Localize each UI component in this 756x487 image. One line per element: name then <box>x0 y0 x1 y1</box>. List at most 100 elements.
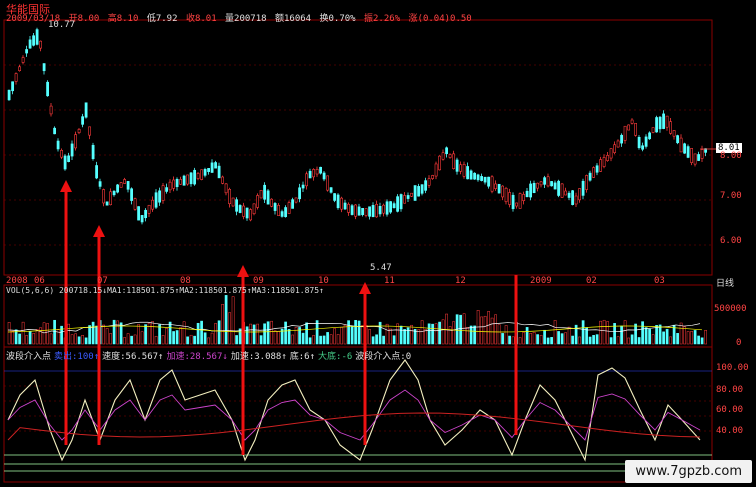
candle-body <box>529 183 533 198</box>
date-axis-label: 03 <box>654 276 665 286</box>
volume-bar <box>410 324 413 345</box>
volume-bar <box>637 337 641 345</box>
candle-body <box>480 176 484 181</box>
candle-body <box>361 208 365 216</box>
candle-body <box>144 209 148 219</box>
volume-bar <box>133 334 137 345</box>
volume-bar <box>256 323 259 345</box>
volume-bar <box>11 330 14 345</box>
candle-body <box>336 194 340 209</box>
candle-body <box>151 199 155 210</box>
volume-bar <box>578 336 581 345</box>
candle-body <box>648 132 652 140</box>
volume-bar <box>84 337 88 345</box>
candle-body <box>221 176 225 184</box>
candle-body <box>564 190 568 196</box>
candle-body <box>459 164 463 172</box>
candle-body <box>56 140 60 150</box>
volume-bar <box>571 335 574 345</box>
candle-body <box>483 176 487 183</box>
volume-bar <box>620 325 623 345</box>
volume-bar <box>529 333 532 345</box>
volume-bar <box>25 335 28 345</box>
volume-bar <box>438 321 441 345</box>
volume-bar <box>623 320 627 345</box>
volume-bar <box>217 320 221 345</box>
volume-bar <box>662 331 665 345</box>
candle-body <box>256 195 260 208</box>
volume-bar <box>361 325 364 345</box>
volume-bar <box>396 323 399 345</box>
candle-body <box>669 121 673 134</box>
volume-bar <box>641 321 644 345</box>
volume-bar <box>203 332 207 345</box>
volume-bar <box>7 322 11 345</box>
volume-tick-1: 0 <box>736 338 742 348</box>
volume-bar <box>399 325 403 345</box>
volume-bar <box>532 331 536 345</box>
volume-bar <box>683 326 686 345</box>
volume-tick-0: 500000 <box>714 304 747 314</box>
candle-body <box>67 155 71 162</box>
volume-bar <box>511 336 515 345</box>
volume-bar <box>406 327 410 345</box>
indicator-speed-line <box>7 359 701 462</box>
volume-bar <box>81 334 84 345</box>
candle-body <box>662 113 666 129</box>
volume-ma-white <box>7 321 701 334</box>
candle-body <box>140 215 144 223</box>
date-axis-label: 07 <box>97 276 108 286</box>
candle-body <box>550 181 554 187</box>
candle-body <box>77 129 81 133</box>
candle-body <box>172 179 176 189</box>
candle-body <box>60 150 64 158</box>
candle-body <box>112 190 116 196</box>
volume-bar <box>308 337 312 345</box>
candle-body <box>35 29 39 45</box>
candle-body <box>263 184 267 200</box>
date-axis-label: 2008 <box>6 276 28 286</box>
candle-body <box>620 134 624 144</box>
candle-body <box>434 163 438 177</box>
candle-body <box>487 176 491 187</box>
candle-body <box>539 181 543 186</box>
volume-bar <box>343 325 347 345</box>
volume-bar <box>221 304 224 345</box>
candle-body <box>466 166 470 180</box>
candle-body <box>98 181 102 187</box>
volume-bar <box>333 328 336 345</box>
candle-body <box>322 172 326 180</box>
volume-bar <box>263 323 266 345</box>
volume-bar <box>228 312 231 345</box>
volume-bar <box>473 325 476 345</box>
candle-body <box>11 81 15 92</box>
candle-body <box>231 197 235 207</box>
volume-bar <box>175 330 179 345</box>
volume-bar <box>371 336 375 345</box>
volume-bar <box>130 335 133 345</box>
volume-bar <box>581 320 585 345</box>
volume-bar <box>462 313 466 345</box>
candle-body <box>385 201 389 215</box>
date-axis-label: 10 <box>318 276 329 286</box>
candle-body <box>445 147 449 155</box>
volume-bar <box>249 323 252 345</box>
volume-bar <box>112 319 116 345</box>
indicator-trend-line <box>7 412 701 441</box>
volume-bar <box>693 330 697 345</box>
volume-bar <box>189 334 193 345</box>
candle-body <box>511 194 515 210</box>
volume-bar <box>658 324 662 345</box>
candle-body <box>319 166 323 174</box>
candle-body <box>25 49 29 54</box>
volume-bar <box>518 337 522 345</box>
volume-bar <box>567 326 571 345</box>
volume-bar <box>665 328 669 345</box>
candle-body <box>616 140 620 148</box>
buy-signal-arrowhead <box>359 282 371 294</box>
chart-canvas[interactable] <box>0 0 756 487</box>
period-label[interactable]: 日线 <box>716 276 734 289</box>
candle-body <box>154 192 158 208</box>
high-marker: 10.77 <box>48 20 76 30</box>
candle-body <box>508 192 512 205</box>
